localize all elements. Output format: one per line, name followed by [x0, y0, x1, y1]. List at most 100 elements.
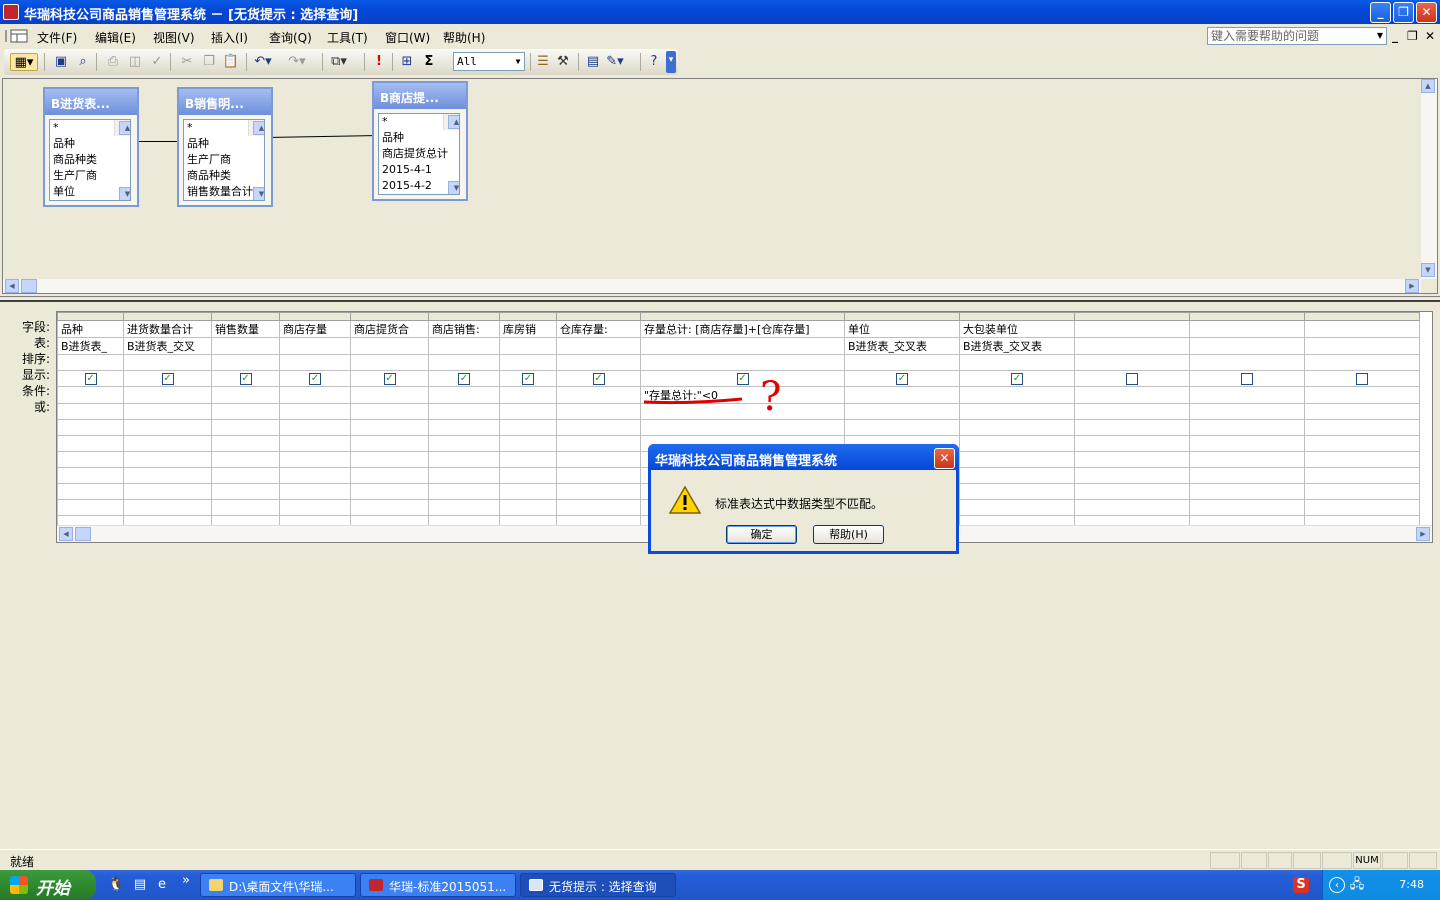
table-cell[interactable]: [1074, 337, 1190, 355]
show-table-icon[interactable]: ⊞: [398, 53, 416, 71]
top-values-select[interactable]: All ▼: [453, 52, 525, 71]
empty-cell[interactable]: [499, 419, 557, 436]
column-selector[interactable]: [428, 312, 500, 321]
empty-cell[interactable]: [123, 483, 212, 500]
or-cell[interactable]: [1189, 403, 1305, 420]
sort-cell[interactable]: [279, 354, 351, 371]
empty-cell[interactable]: [1074, 435, 1190, 452]
empty-cell[interactable]: [1074, 499, 1190, 516]
restore-button[interactable]: ❐: [1393, 2, 1414, 23]
empty-cell[interactable]: [1074, 483, 1190, 500]
empty-cell[interactable]: [1074, 467, 1190, 484]
criteria-cell[interactable]: [959, 386, 1075, 404]
table-cell[interactable]: B进货表_: [57, 337, 124, 355]
chevron-down-icon[interactable]: ▼: [512, 53, 524, 70]
sort-cell[interactable]: [844, 354, 960, 371]
criteria-cell[interactable]: [428, 386, 500, 404]
table-cell[interactable]: B进货表_交叉表: [959, 337, 1075, 355]
empty-cell[interactable]: [499, 451, 557, 468]
help-icon[interactable]: ?: [645, 53, 663, 71]
search-icon[interactable]: ⌕: [74, 53, 92, 71]
table-cell[interactable]: [640, 337, 845, 355]
criteria-cell[interactable]: [211, 386, 280, 404]
help-question-input[interactable]: 键入需要帮助的问题 ▼: [1207, 27, 1387, 45]
sort-cell[interactable]: [640, 354, 845, 371]
menu-view[interactable]: 视图(V): [153, 29, 195, 46]
empty-cell[interactable]: [1304, 451, 1420, 468]
menu-help[interactable]: 帮助(H): [443, 29, 485, 46]
column-selector[interactable]: [556, 312, 641, 321]
help-button[interactable]: 帮助(H): [813, 525, 884, 544]
or-cell[interactable]: [350, 403, 429, 420]
undo-icon[interactable]: ↶▾: [254, 53, 272, 71]
empty-cell[interactable]: [556, 467, 641, 484]
column-selector[interactable]: [57, 312, 124, 321]
column-selector[interactable]: [844, 312, 960, 321]
empty-cell[interactable]: [1304, 419, 1420, 436]
sort-cell[interactable]: [959, 354, 1075, 371]
cut-icon[interactable]: ✂: [178, 53, 196, 71]
ok-button[interactable]: 确定: [726, 525, 797, 544]
run-icon[interactable]: !: [370, 53, 388, 71]
dialog-close-button[interactable]: ✕: [934, 448, 955, 469]
empty-cell[interactable]: [279, 451, 351, 468]
column-selector[interactable]: [123, 312, 212, 321]
criteria-cell[interactable]: [556, 386, 641, 404]
empty-cell[interactable]: [279, 483, 351, 500]
or-cell[interactable]: [844, 403, 960, 420]
criteria-cell[interactable]: [350, 386, 429, 404]
field-list-shangdian[interactable]: B商店提... * 品种 商店提货总计 2015-4-1 2015-4-2 ▲ …: [372, 81, 468, 201]
field-item[interactable]: 品种: [184, 136, 264, 152]
empty-cell[interactable]: [428, 451, 500, 468]
chevron-down-icon[interactable]: ▼: [1374, 28, 1386, 44]
scroll-right-icon[interactable]: ▶: [1416, 527, 1430, 541]
empty-cell[interactable]: [350, 419, 429, 436]
empty-cell[interactable]: [1304, 483, 1420, 500]
field-list-scrollbar[interactable]: ▲ ▼: [248, 120, 264, 200]
table-cell[interactable]: [350, 337, 429, 355]
field-cell[interactable]: 商店提货合: [350, 320, 429, 338]
field-cell[interactable]: 库房销: [499, 320, 557, 338]
field-cell[interactable]: 存量总计: [商店存量]+[仓库存量]: [640, 320, 845, 338]
empty-cell[interactable]: [959, 467, 1075, 484]
scroll-up-icon[interactable]: ▲: [448, 115, 459, 129]
empty-cell[interactable]: [350, 467, 429, 484]
or-cell[interactable]: [57, 403, 124, 420]
mdi-close-button[interactable]: ✕: [1425, 29, 1435, 43]
field-cell[interactable]: 商店存量: [279, 320, 351, 338]
field-item[interactable]: 单位: [50, 184, 130, 200]
query-window-icon[interactable]: [5, 28, 29, 44]
sort-cell[interactable]: [57, 354, 124, 371]
empty-cell[interactable]: [1189, 435, 1305, 452]
empty-cell[interactable]: [211, 499, 280, 516]
empty-cell[interactable]: [556, 483, 641, 500]
print-icon[interactable]: ⎙: [104, 53, 122, 71]
table-cell[interactable]: [211, 337, 280, 355]
checkbox-unchecked[interactable]: [1356, 373, 1368, 385]
view-design-icon[interactable]: ▦▾: [10, 53, 38, 71]
empty-cell[interactable]: [1304, 499, 1420, 516]
empty-cell[interactable]: [1189, 499, 1305, 516]
design-pane-hscrollbar[interactable]: ◀ ▶: [3, 279, 1421, 293]
field-item[interactable]: 品种: [50, 136, 130, 152]
sort-cell[interactable]: [1074, 354, 1190, 371]
sort-cell[interactable]: [556, 354, 641, 371]
checkbox-checked[interactable]: ✓: [383, 373, 396, 385]
empty-cell[interactable]: [57, 499, 124, 516]
empty-cell[interactable]: [1074, 419, 1190, 436]
empty-cell[interactable]: [1189, 451, 1305, 468]
design-pane-vscrollbar[interactable]: ▲ ▼: [1421, 79, 1437, 279]
criteria-cell[interactable]: [57, 386, 124, 404]
column-selector[interactable]: [350, 312, 429, 321]
field-item[interactable]: 品种: [379, 130, 459, 146]
field-item[interactable]: 生产厂商: [50, 168, 130, 184]
empty-cell[interactable]: [1304, 435, 1420, 452]
criteria-cell[interactable]: [844, 386, 960, 404]
access-app-icon[interactable]: [3, 4, 19, 20]
empty-cell[interactable]: [499, 483, 557, 500]
field-list[interactable]: * 品种 商品种类 生产厂商 单位 ▲ ▼: [49, 119, 131, 201]
empty-cell[interactable]: [1304, 467, 1420, 484]
scroll-up-icon[interactable]: ▲: [253, 121, 264, 135]
field-cell[interactable]: 销售数量: [211, 320, 280, 338]
empty-cell[interactable]: [350, 451, 429, 468]
